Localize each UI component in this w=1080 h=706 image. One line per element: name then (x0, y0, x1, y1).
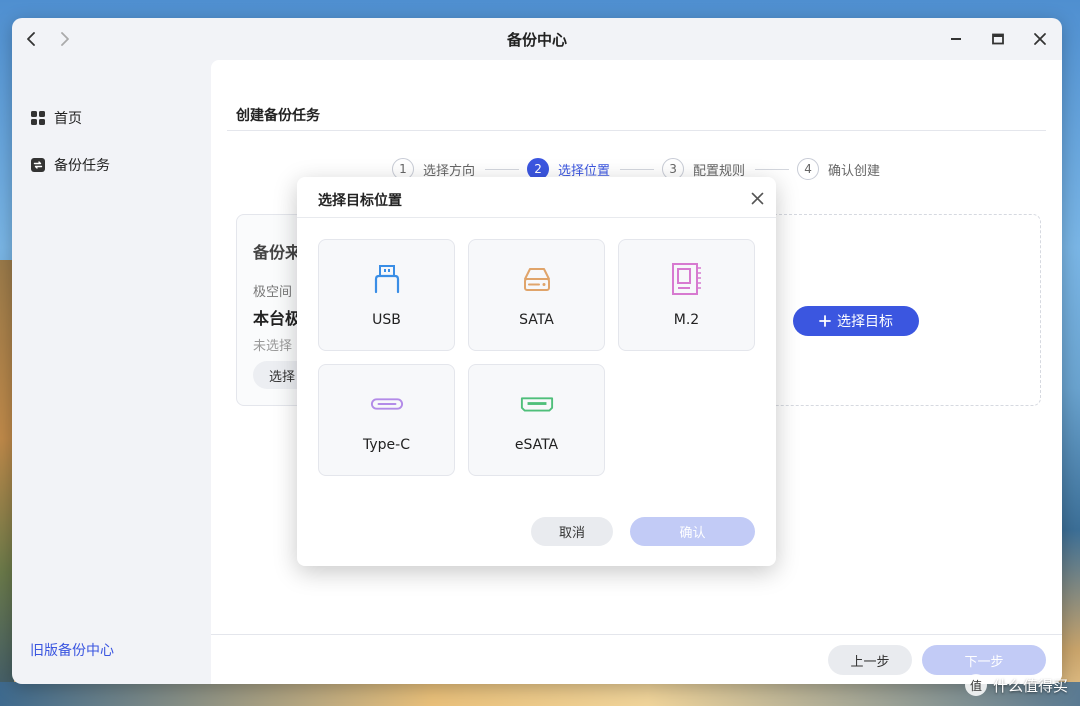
watermark-text: 什么值得买 (992, 676, 1068, 695)
sidebar-item-backup-tasks[interactable]: 备份任务 (30, 155, 110, 175)
usb-icon (370, 262, 404, 296)
sidebar-item-label: 首页 (54, 111, 82, 127)
step-4: 4 确认创建 (797, 158, 880, 180)
dialog-cancel-button[interactable]: 取消 (531, 517, 613, 546)
watermark-logo: 值 (964, 674, 987, 696)
step-label: 确认创建 (828, 163, 881, 179)
sata-drive-icon (520, 262, 554, 296)
sidebar-item-home[interactable]: 首页 (30, 108, 82, 128)
step-connector (620, 168, 655, 170)
backup-target-card: 选择目标 (766, 214, 1041, 406)
close-icon (751, 192, 763, 204)
type-c-icon (370, 387, 404, 421)
maximize-icon (992, 33, 1004, 45)
target-option-label: eSATA (514, 437, 559, 453)
target-option-label: Type-C (363, 437, 410, 453)
maximize-button[interactable] (987, 28, 1009, 50)
target-option-label: M.2 (673, 312, 700, 328)
select-target-dialog: 选择目标位置 USB SATA M.2 Type-C eSATA 取消 确认 (297, 177, 776, 566)
source-card-title: 备份来 (253, 243, 302, 262)
step-label: 配置规则 (693, 163, 746, 179)
minimize-icon (951, 38, 961, 40)
next-step-button[interactable]: 下一步 (922, 645, 1046, 675)
previous-step-button[interactable]: 上一步 (828, 645, 912, 675)
sidebar-item-label: 备份任务 (54, 158, 110, 174)
grid-icon (31, 111, 45, 125)
source-device-label: 极空间 (253, 285, 293, 300)
step-connector (485, 168, 520, 170)
step-label: 选择方向 (423, 163, 476, 179)
target-option-m2[interactable]: M.2 (618, 239, 755, 351)
target-option-sata[interactable]: SATA (468, 239, 605, 351)
source-device-name: 本台极 (253, 309, 302, 328)
legacy-backup-center-link[interactable]: 旧版备份中心 (30, 640, 114, 660)
dialog-divider (297, 217, 776, 218)
titlebar: 备份中心 (12, 18, 1062, 60)
target-option-label: SATA (519, 312, 554, 328)
close-button[interactable] (1029, 28, 1051, 50)
select-target-button[interactable]: 选择目标 (793, 306, 919, 336)
target-option-esata[interactable]: eSATA (468, 364, 605, 476)
dialog-confirm-button[interactable]: 确认 (630, 517, 755, 546)
source-status-text: 未选择 (253, 339, 293, 354)
target-option-label: USB (372, 312, 401, 328)
dialog-title: 选择目标位置 (318, 193, 402, 209)
target-option-usb[interactable]: USB (318, 239, 455, 351)
step-connector (755, 168, 790, 170)
step-number: 4 (797, 158, 820, 180)
backup-task-icon (31, 158, 45, 172)
close-icon (1034, 33, 1046, 45)
title-divider (227, 130, 1046, 131)
sidebar: 首页 备份任务 旧版备份中心 (12, 60, 211, 684)
select-target-label: 选择目标 (837, 314, 893, 330)
page-title: 创建备份任务 (236, 108, 320, 124)
target-option-type-c[interactable]: Type-C (318, 364, 455, 476)
window-title: 备份中心 (506, 31, 567, 49)
step-label: 选择位置 (558, 163, 611, 179)
dialog-close-button[interactable] (748, 189, 766, 207)
watermark: 值 什么值得买 (964, 674, 1068, 696)
footer-bar: 上一步 下一步 (211, 634, 1062, 684)
wallpaper-bottom-edge (0, 682, 1080, 706)
minimize-button[interactable] (945, 28, 967, 50)
m2-icon (670, 262, 704, 296)
esata-icon (520, 387, 554, 421)
plus-icon (819, 315, 831, 327)
